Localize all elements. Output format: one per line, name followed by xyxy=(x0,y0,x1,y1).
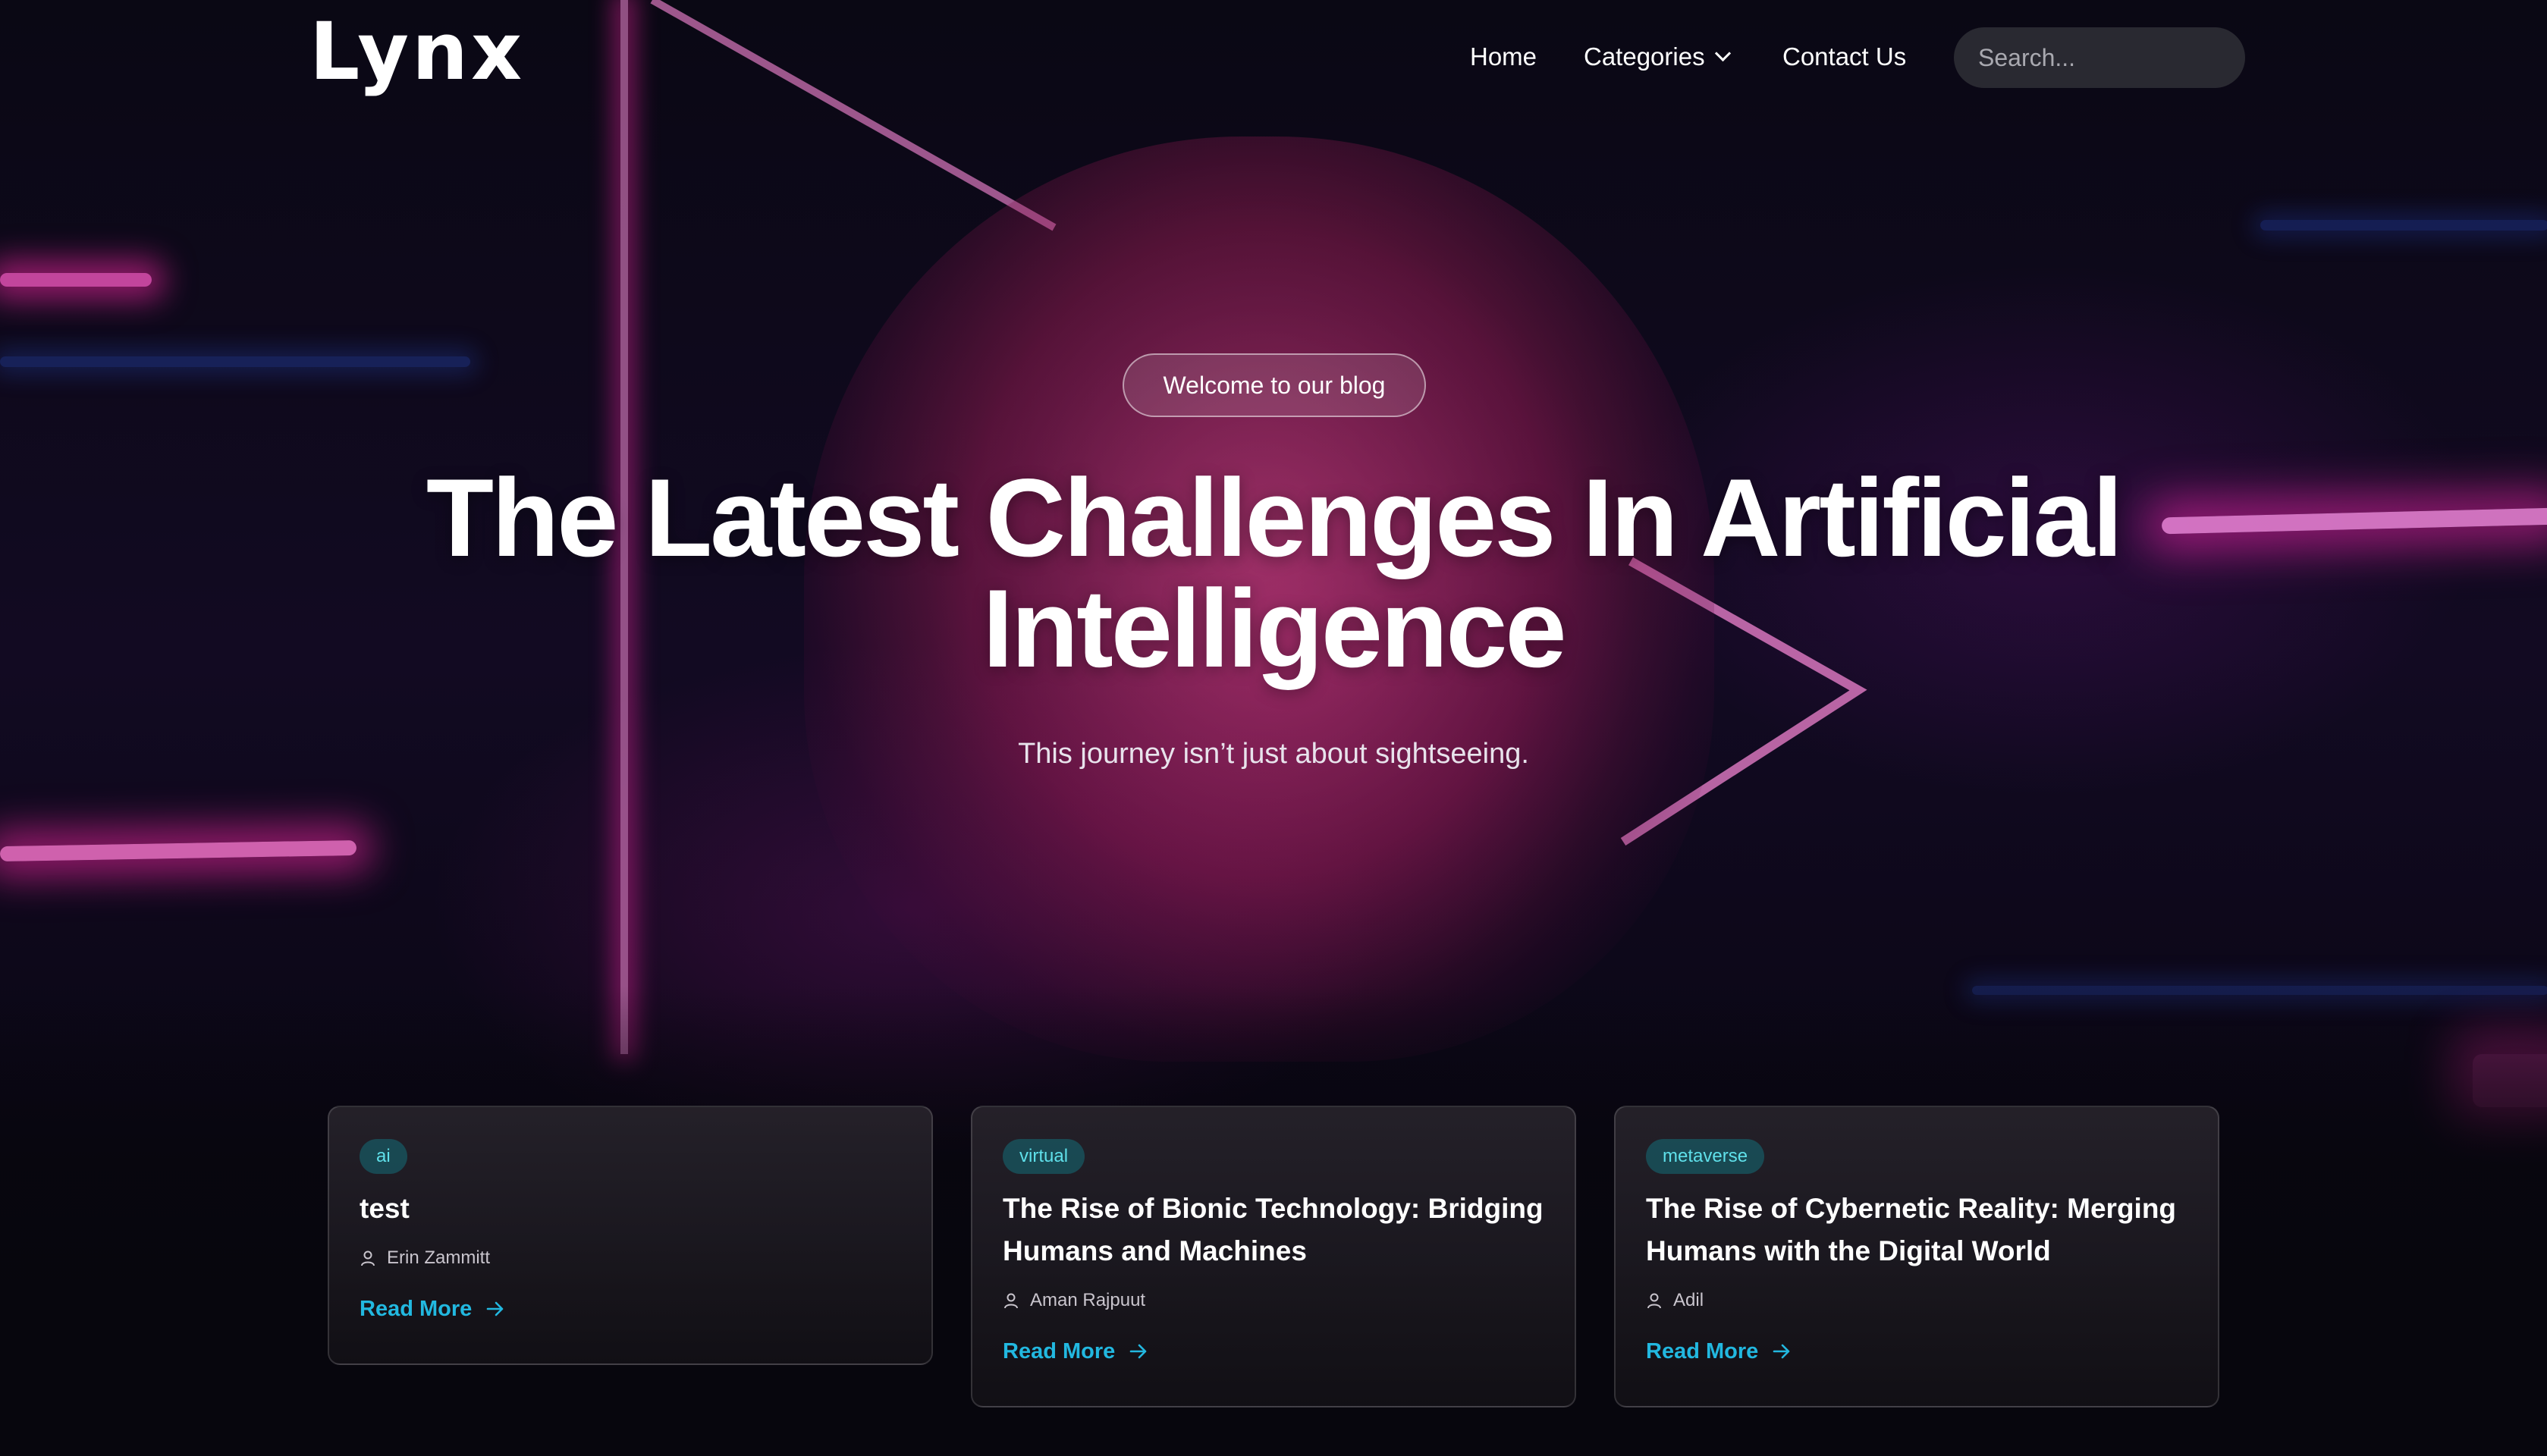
post-card[interactable]: ai test Erin Zammitt Read More xyxy=(328,1106,933,1365)
welcome-badge: Welcome to our blog xyxy=(1123,353,1426,417)
author-name: Adil xyxy=(1673,1290,1704,1310)
post-author: Aman Rajpuut xyxy=(1003,1288,1544,1313)
post-card[interactable]: virtual The Rise of Bionic Technology: B… xyxy=(971,1106,1576,1407)
read-more-label: Read More xyxy=(1003,1339,1116,1363)
post-author: Adil xyxy=(1646,1288,2187,1313)
category-tag[interactable]: metaverse xyxy=(1646,1139,1765,1174)
post-author: Erin Zammitt xyxy=(360,1245,901,1271)
hero-subtitle: This journey isn’t just about sightseein… xyxy=(1018,738,1529,770)
site-logo[interactable]: Lynx xyxy=(309,6,525,97)
read-more-label: Read More xyxy=(360,1297,473,1321)
search-input[interactable] xyxy=(1954,27,2245,88)
user-icon xyxy=(1004,1293,1018,1309)
hero-title: The Latest Challenges In Artificial Inte… xyxy=(0,463,2547,684)
nav-categories-dropdown[interactable]: Categories xyxy=(1584,38,1731,76)
nav-home-link[interactable]: Home xyxy=(1470,38,1537,76)
user-icon xyxy=(361,1250,375,1266)
arrow-right-icon xyxy=(1773,1344,1790,1359)
post-title[interactable]: test xyxy=(360,1188,901,1230)
post-card[interactable]: metaverse The Rise of Cybernetic Reality… xyxy=(1614,1106,2219,1407)
category-tag[interactable]: virtual xyxy=(1003,1139,1085,1174)
nav-categories-label: Categories xyxy=(1584,42,1705,71)
nav-contact-link[interactable]: Contact Us xyxy=(1782,38,1906,76)
post-title[interactable]: The Rise of Cybernetic Reality: Merging … xyxy=(1646,1188,2187,1272)
hero-title-line-2: Intelligence xyxy=(982,566,1566,690)
read-more-link[interactable]: Read More xyxy=(1646,1336,2187,1367)
chevron-down-icon xyxy=(1714,45,1731,62)
user-icon xyxy=(1647,1293,1661,1309)
arrow-right-icon xyxy=(486,1301,504,1316)
read-more-label: Read More xyxy=(1646,1339,1759,1363)
top-nav: Lynx Home Categories Contact Us xyxy=(0,0,2547,114)
category-tag[interactable]: ai xyxy=(360,1139,407,1174)
author-name: Erin Zammitt xyxy=(387,1247,491,1268)
read-more-link[interactable]: Read More xyxy=(360,1294,901,1324)
read-more-link[interactable]: Read More xyxy=(1003,1336,1544,1367)
author-name: Aman Rajpuut xyxy=(1030,1290,1146,1310)
post-title[interactable]: The Rise of Bionic Technology: Bridging … xyxy=(1003,1188,1544,1272)
hero-title-line-1: The Latest Challenges In Artificial xyxy=(426,456,2123,579)
arrow-right-icon xyxy=(1129,1344,1147,1359)
